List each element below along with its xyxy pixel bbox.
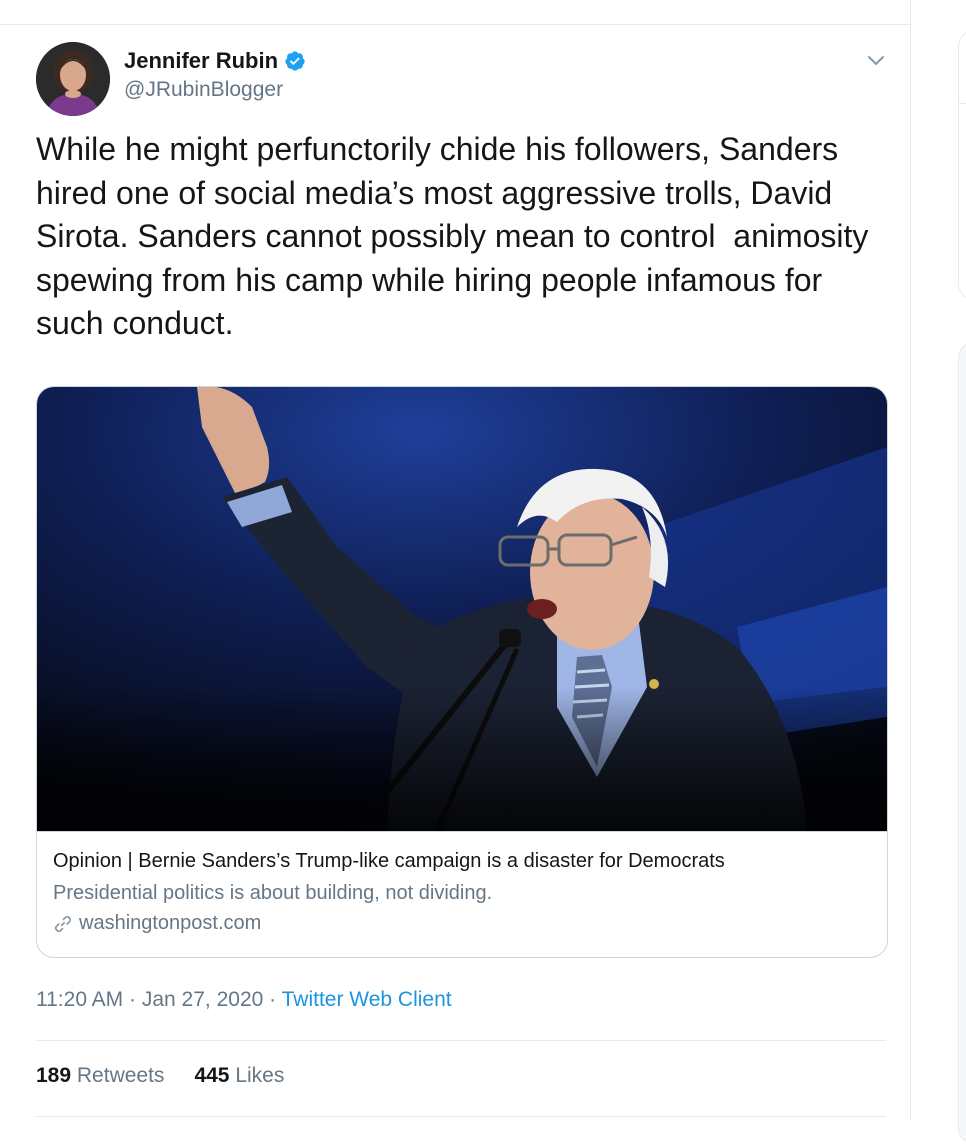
sidebar-panel <box>958 342 966 1144</box>
link-preview-card[interactable]: Opinion | Bernie Sanders’s Trump-like ca… <box>36 386 888 958</box>
sidebar-card <box>958 30 966 300</box>
tweet-date[interactable]: Jan 27, 2020 <box>142 988 263 1011</box>
page: Jennifer Rubin @JRubinBlogger While he m… <box>0 0 966 1144</box>
tweet-client-link[interactable]: Twitter Web Client <box>282 988 452 1011</box>
author-name-row[interactable]: Jennifer Rubin <box>124 48 306 74</box>
tweet-text: While he might perfunctorily chide his f… <box>36 131 878 341</box>
author-name[interactable]: Jennifer Rubin <box>124 48 278 74</box>
avatar[interactable] <box>36 42 110 116</box>
column-divider <box>910 0 911 1120</box>
verified-badge-icon <box>285 51 305 71</box>
card-image <box>37 387 887 831</box>
profile-photo-icon <box>36 42 110 116</box>
retweets-stat[interactable]: 189 Retweets <box>36 1064 164 1088</box>
retweets-label: Retweets <box>76 1064 165 1087</box>
likes-stat[interactable]: 445 Likes <box>194 1064 284 1088</box>
card-description: Presidential politics is about building,… <box>53 882 493 904</box>
tweet-stats: 189 Retweets 445 Likes <box>36 1064 284 1088</box>
likes-count: 445 <box>194 1064 230 1087</box>
meta-separator: · <box>129 988 137 1011</box>
author-handle[interactable]: @JRubinBlogger <box>124 78 283 102</box>
card-title[interactable]: Opinion | Bernie Sanders’s Trump-like ca… <box>53 850 725 873</box>
tweet-meta: 11:20 AM · Jan 27, 2020 · Twitter Web Cl… <box>36 988 452 1012</box>
divider <box>36 1116 886 1117</box>
retweets-count: 189 <box>36 1064 72 1087</box>
tweet: Jennifer Rubin @JRubinBlogger While he m… <box>0 24 910 1120</box>
card-text[interactable]: Opinion | Bernie Sanders’s Trump-like ca… <box>37 831 887 957</box>
tweet-time[interactable]: 11:20 AM <box>36 988 123 1011</box>
card-domain-row: washingtonpost.com <box>53 912 261 935</box>
top-strip <box>0 0 910 25</box>
divider <box>36 1040 886 1041</box>
likes-label: Likes <box>235 1064 285 1087</box>
card-domain: washingtonpost.com <box>79 912 262 934</box>
sidebar-card-divider <box>959 103 966 104</box>
link-icon <box>54 915 72 932</box>
meta-separator: · <box>269 988 277 1011</box>
chevron-down-icon[interactable] <box>864 48 888 72</box>
